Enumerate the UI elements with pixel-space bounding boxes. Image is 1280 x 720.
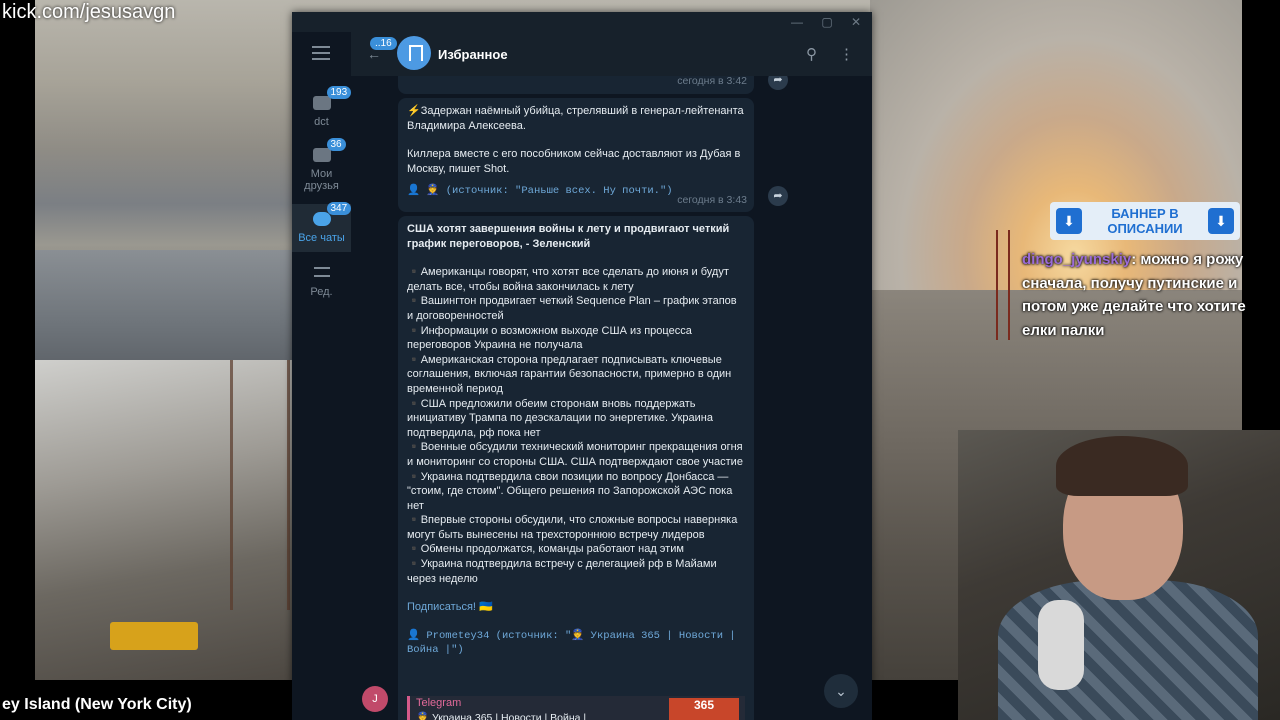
- window-titlebar: — ▢ ✕: [292, 12, 872, 32]
- down-arrow-icon: ⬇: [1056, 208, 1082, 234]
- subscribe-link[interactable]: Подписаться! 🇺🇦: [407, 600, 745, 615]
- location-caption: ey Island (New York City): [0, 690, 300, 720]
- stream-chat-message: dingo_jyunskiy: можно я рожу сначала, по…: [1022, 248, 1262, 342]
- bullet-item: ▪️Обмены продолжатся, команды работают н…: [407, 543, 684, 556]
- sea: [35, 250, 292, 370]
- sliders-icon: [311, 264, 333, 282]
- folder-all-chats[interactable]: 347 Все чаты: [292, 202, 352, 252]
- chat-title[interactable]: Избранное: [438, 47, 508, 62]
- message-list: сегодня в 3:42 ➦ ⚡️Задержан наёмный убий…: [351, 76, 872, 720]
- unread-badge: 347: [326, 202, 352, 215]
- folder-edit[interactable]: Ред.: [292, 264, 351, 304]
- microphone: [1038, 600, 1084, 690]
- roller-coaster: [230, 360, 290, 610]
- stream-frame: kick.com/jesusavgn ey Island (New York C…: [0, 0, 1280, 720]
- bullet-item: ▪️Военные обсудили технический мониторин…: [407, 441, 743, 468]
- folder-friends[interactable]: 36 Мои друзья: [292, 138, 351, 198]
- folder-label: dct: [314, 116, 329, 128]
- banner-text: БАННЕР В ОПИСАНИИ: [1107, 206, 1183, 236]
- more-options-icon[interactable]: ⋮: [839, 45, 854, 63]
- streamer-hair: [1056, 436, 1188, 496]
- streamer-shirt: [998, 580, 1258, 720]
- close-button[interactable]: ✕: [848, 14, 864, 30]
- folder-icon: 193: [311, 86, 352, 112]
- stream-watermark: kick.com/jesusavgn: [2, 1, 176, 23]
- minimize-button[interactable]: —: [789, 14, 805, 30]
- folder-label: Ред.: [310, 286, 333, 298]
- avatar[interactable]: J: [362, 686, 388, 712]
- message-time: сегодня в 3:42: [677, 76, 747, 87]
- bullet-item: ▪️Американская сторона предлагает подпис…: [407, 353, 732, 395]
- preview-thumbnail: 365: [669, 698, 739, 720]
- webcam-feed: [958, 430, 1280, 720]
- telegram-window: — ▢ ✕ 193 dct 36 Мои друзья 347 Все чаты: [292, 12, 872, 720]
- chat-header: ← ..16 Избранное ⚲ ⋮: [351, 32, 872, 76]
- menu-icon[interactable]: [312, 46, 330, 60]
- message-headline: США хотят завершения войны к лету и прод…: [407, 223, 730, 250]
- forward-icon[interactable]: ➦: [768, 76, 788, 90]
- bullet-item: ▪️США предложили обеим сторонам вновь по…: [407, 397, 713, 439]
- folder-label: Мои друзья: [304, 168, 339, 192]
- bullet-item: ▪️Вашингтон продвигает четкий Sequence P…: [407, 295, 737, 322]
- bullet-item: ▪️Украина подтвердила свои позиции по во…: [407, 470, 733, 512]
- message-bubble[interactable]: сегодня в 3:42: [398, 76, 754, 94]
- folder-icon: 36: [311, 138, 346, 164]
- message-text: ⚡️Задержан наёмный убийца, стрелявший в …: [407, 105, 744, 132]
- chats-icon: 347: [311, 202, 352, 228]
- down-arrow-icon: ⬇: [1208, 208, 1234, 234]
- bullet-item: ▪️Впервые стороны обсудили, что сложные …: [407, 514, 738, 541]
- folder-label: Все чаты: [298, 232, 345, 244]
- parachute-tower: [996, 230, 1010, 340]
- maximize-button[interactable]: ▢: [819, 14, 835, 30]
- folder-dct[interactable]: 193 dct: [292, 86, 352, 144]
- chat-username: dingo_jyunskiy: [1022, 251, 1132, 268]
- search-icon[interactable]: ⚲: [806, 45, 817, 63]
- message-bubble[interactable]: США хотят завершения войны к лету и прод…: [398, 216, 754, 720]
- back-unread-badge: ..16: [370, 37, 397, 50]
- description-banner: ⬇ БАННЕР В ОПИСАНИИ ⬇: [1050, 202, 1240, 240]
- link-preview[interactable]: Telegram 👮 Украина 365 | Новости | Война…: [407, 696, 745, 720]
- bookmark-icon: [397, 36, 431, 70]
- folder-sidebar: 193 dct 36 Мои друзья 347 Все чаты Ред.: [292, 32, 352, 720]
- message-bubble[interactable]: ⚡️Задержан наёмный убийца, стрелявший в …: [398, 98, 754, 212]
- bullet-item: ▪️Украина подтвердила встречу с делегаци…: [407, 558, 717, 585]
- unread-badge: 193: [326, 86, 352, 99]
- scroll-down-button[interactable]: ⌄: [824, 674, 858, 708]
- message-text: Киллера вместе с его пособником сейчас д…: [407, 148, 741, 175]
- forward-icon[interactable]: ➦: [768, 186, 788, 206]
- bullet-item: ▪️Информации о возможном выходе США из п…: [407, 324, 692, 352]
- school-bus: [110, 622, 198, 650]
- message-source[interactable]: 👤 Prometey34 (источник: "👮 Украина 365 |…: [407, 629, 745, 658]
- bullet-item: ▪️Американцы говорят, что хотят все сдел…: [407, 266, 729, 293]
- unread-badge: 36: [326, 138, 346, 151]
- message-time: сегодня в 3:43: [677, 194, 747, 207]
